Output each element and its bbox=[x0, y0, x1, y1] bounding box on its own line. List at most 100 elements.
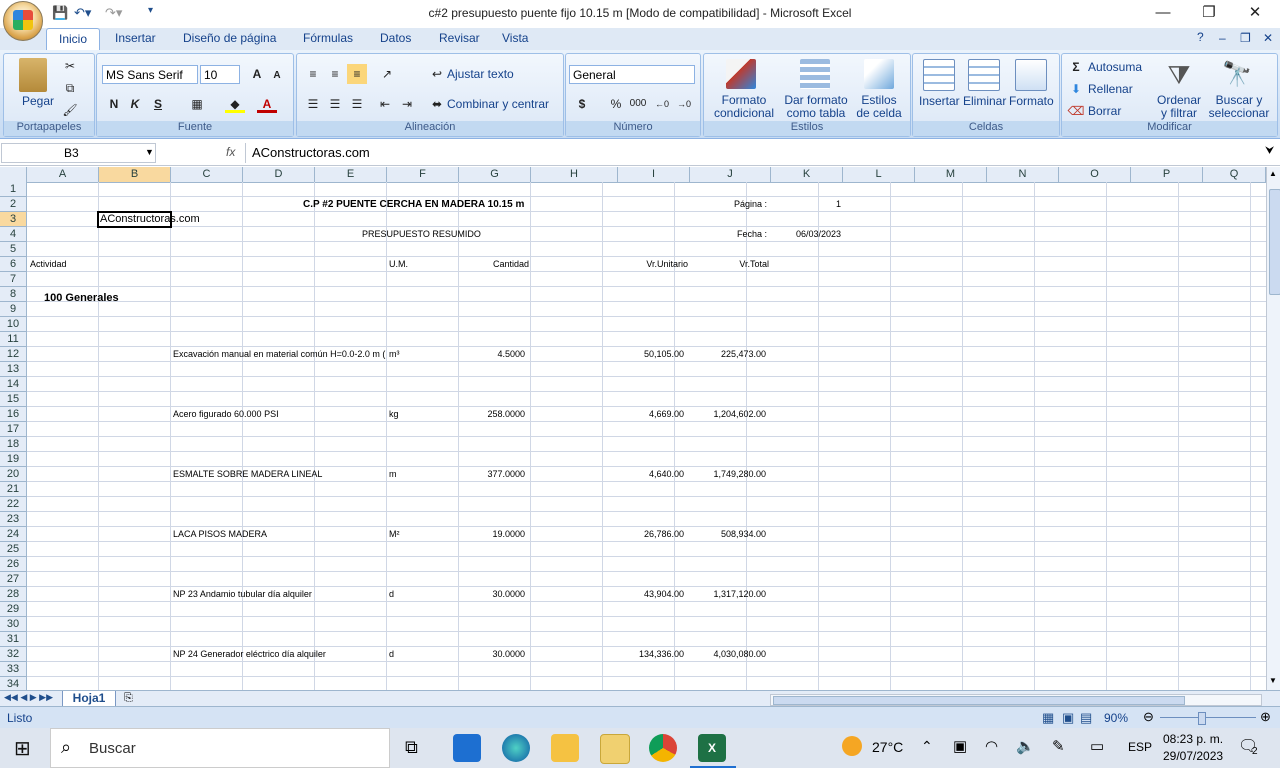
restore-button[interactable]: ❐ bbox=[1186, 0, 1232, 28]
row-header[interactable]: 18 bbox=[0, 437, 27, 452]
keyboard-icon[interactable]: ▭ bbox=[1090, 737, 1104, 755]
row-header[interactable]: 10 bbox=[0, 317, 27, 332]
row-header[interactable]: 17 bbox=[0, 422, 27, 437]
decrease-indent-icon[interactable]: ⇤ bbox=[375, 94, 395, 114]
paste-button[interactable]: Pegar bbox=[22, 94, 54, 108]
item-unit-price[interactable]: 4,640.00 bbox=[618, 467, 684, 482]
row-header[interactable]: 3 bbox=[0, 212, 27, 227]
font-size-select[interactable]: 10 bbox=[200, 65, 240, 84]
merge-center-icon[interactable]: ⬌ bbox=[427, 94, 447, 114]
row-header[interactable]: 9 bbox=[0, 302, 27, 317]
item-description[interactable]: NP 23 Andamio tubular día alquiler bbox=[173, 587, 387, 602]
row-header[interactable]: 22 bbox=[0, 497, 27, 512]
tab-vista[interactable]: Vista bbox=[502, 31, 528, 45]
grow-font-icon[interactable]: A bbox=[247, 64, 267, 84]
header-total[interactable]: Vr.Total bbox=[690, 257, 769, 272]
item-unit-price[interactable]: 26,786.00 bbox=[618, 527, 684, 542]
find-select-button[interactable]: Buscar y seleccionar bbox=[1207, 94, 1271, 120]
column-header[interactable]: J bbox=[690, 167, 771, 182]
tray-chevron-icon[interactable]: ⌃ bbox=[921, 738, 933, 755]
font-name-select[interactable]: MS Sans Serif bbox=[102, 65, 198, 84]
row-header[interactable]: 13 bbox=[0, 362, 27, 377]
insert-sheet-icon[interactable]: ⎘ bbox=[124, 692, 133, 705]
currency-button[interactable]: $ bbox=[572, 94, 592, 114]
item-description[interactable]: Excavación manual en material común H=0.… bbox=[173, 347, 387, 362]
tab-insertar[interactable]: Insertar bbox=[115, 31, 156, 45]
item-quantity[interactable]: 30.0000 bbox=[459, 587, 525, 602]
row-header[interactable]: 12 bbox=[0, 347, 27, 362]
cut-icon[interactable]: ✂ bbox=[60, 56, 80, 76]
page-label[interactable]: Página : bbox=[690, 197, 767, 212]
tab-revisar[interactable]: Revisar bbox=[439, 31, 480, 45]
fill-color-icon[interactable]: ◆ bbox=[225, 94, 245, 113]
weather-icon[interactable] bbox=[842, 736, 862, 756]
row-header[interactable]: 29 bbox=[0, 602, 27, 617]
bold-button[interactable]: N bbox=[104, 94, 124, 114]
row-header[interactable]: 20 bbox=[0, 467, 27, 482]
fill-icon[interactable]: ⬇ bbox=[1066, 79, 1086, 99]
clock-date[interactable]: 29/07/2023 bbox=[1163, 749, 1223, 763]
sort-filter-icon[interactable]: ⧩ bbox=[1164, 60, 1194, 90]
store-icon[interactable] bbox=[453, 734, 481, 762]
row-header[interactable]: 4 bbox=[0, 227, 27, 242]
help-icon[interactable]: ? bbox=[1197, 30, 1204, 44]
align-top-icon[interactable]: ≡ bbox=[303, 64, 323, 84]
normal-view-icon[interactable]: ▦ bbox=[1042, 710, 1054, 726]
item-um[interactable]: m³ bbox=[389, 347, 400, 362]
row-header[interactable]: 1 bbox=[0, 182, 27, 197]
conditional-format-icon[interactable] bbox=[726, 59, 756, 89]
item-quantity[interactable]: 30.0000 bbox=[459, 647, 525, 662]
tab-datos[interactable]: Datos bbox=[380, 31, 411, 45]
chrome-icon[interactable] bbox=[649, 734, 677, 762]
page-value[interactable]: 1 bbox=[771, 197, 841, 212]
item-quantity[interactable]: 377.0000 bbox=[459, 467, 525, 482]
column-header[interactable]: E bbox=[315, 167, 387, 182]
item-unit-price[interactable]: 134,336.00 bbox=[618, 647, 684, 662]
format-cells-icon[interactable] bbox=[1015, 59, 1047, 91]
format-cells-button[interactable]: Formato bbox=[1009, 94, 1054, 108]
cell-grid[interactable]: C.P #2 PUENTE CERCHA EN MADERA 10.15 m P… bbox=[27, 182, 1266, 690]
section-generales[interactable]: 100 Generales bbox=[44, 291, 119, 306]
pen-icon[interactable]: ✎ bbox=[1052, 737, 1065, 755]
clear-icon[interactable]: ⌫ bbox=[1066, 101, 1086, 121]
row-header[interactable]: 6 bbox=[0, 257, 27, 272]
font-color-icon[interactable]: A bbox=[257, 94, 277, 113]
zoom-level[interactable]: 90% bbox=[1104, 711, 1128, 725]
subtitle-cell[interactable]: PRESUPUESTO RESUMIDO bbox=[362, 227, 481, 242]
item-unit-price[interactable]: 4,669.00 bbox=[618, 407, 684, 422]
sheet-nav-first-icon[interactable]: ◀◀ ◀ ▶ ▶▶ bbox=[4, 692, 53, 703]
item-total[interactable]: 225,473.00 bbox=[690, 347, 766, 362]
orientation-icon[interactable]: ↗ bbox=[377, 64, 397, 84]
column-header[interactable]: L bbox=[843, 167, 915, 182]
ribbon-restore-icon[interactable]: ❐ bbox=[1240, 31, 1251, 45]
format-table-icon[interactable] bbox=[800, 59, 830, 89]
item-total[interactable]: 1,317,120.00 bbox=[690, 587, 766, 602]
delete-cells-button[interactable]: Eliminar bbox=[963, 94, 1006, 108]
mail-app-icon[interactable] bbox=[600, 734, 630, 764]
row-header[interactable]: 31 bbox=[0, 632, 27, 647]
copy-icon[interactable]: ⧉ bbox=[60, 78, 80, 98]
row-header[interactable]: 26 bbox=[0, 557, 27, 572]
tab-diseno-pagina[interactable]: Diseño de página bbox=[183, 31, 276, 45]
increase-decimal-icon[interactable]: ←0 bbox=[652, 94, 672, 114]
row-header[interactable]: 32 bbox=[0, 647, 27, 662]
row-header[interactable]: 30 bbox=[0, 617, 27, 632]
clear-button[interactable]: Borrar bbox=[1088, 104, 1121, 118]
row-header[interactable]: 21 bbox=[0, 482, 27, 497]
name-box-dropdown-icon[interactable]: ▼ bbox=[145, 147, 154, 157]
column-header[interactable]: C bbox=[171, 167, 243, 182]
column-header[interactable]: F bbox=[387, 167, 459, 182]
row-header[interactable]: 33 bbox=[0, 662, 27, 677]
sort-filter-button[interactable]: Ordenar y filtrar bbox=[1154, 94, 1204, 120]
tab-formulas[interactable]: Fórmulas bbox=[303, 31, 353, 45]
excel-taskbar-icon[interactable]: X bbox=[698, 734, 726, 762]
sheet-title[interactable]: C.P #2 PUENTE CERCHA EN MADERA 10.15 m bbox=[303, 197, 524, 212]
weather-temp[interactable]: 27°C bbox=[872, 739, 903, 755]
item-quantity[interactable]: 19.0000 bbox=[459, 527, 525, 542]
row-header[interactable]: 27 bbox=[0, 572, 27, 587]
percent-button[interactable]: % bbox=[606, 94, 626, 114]
scroll-down-icon[interactable]: ▼ bbox=[1269, 676, 1277, 685]
align-bottom-icon[interactable]: ≡ bbox=[347, 64, 367, 84]
underline-button[interactable]: S bbox=[148, 94, 168, 114]
item-total[interactable]: 4,030,080.00 bbox=[690, 647, 766, 662]
